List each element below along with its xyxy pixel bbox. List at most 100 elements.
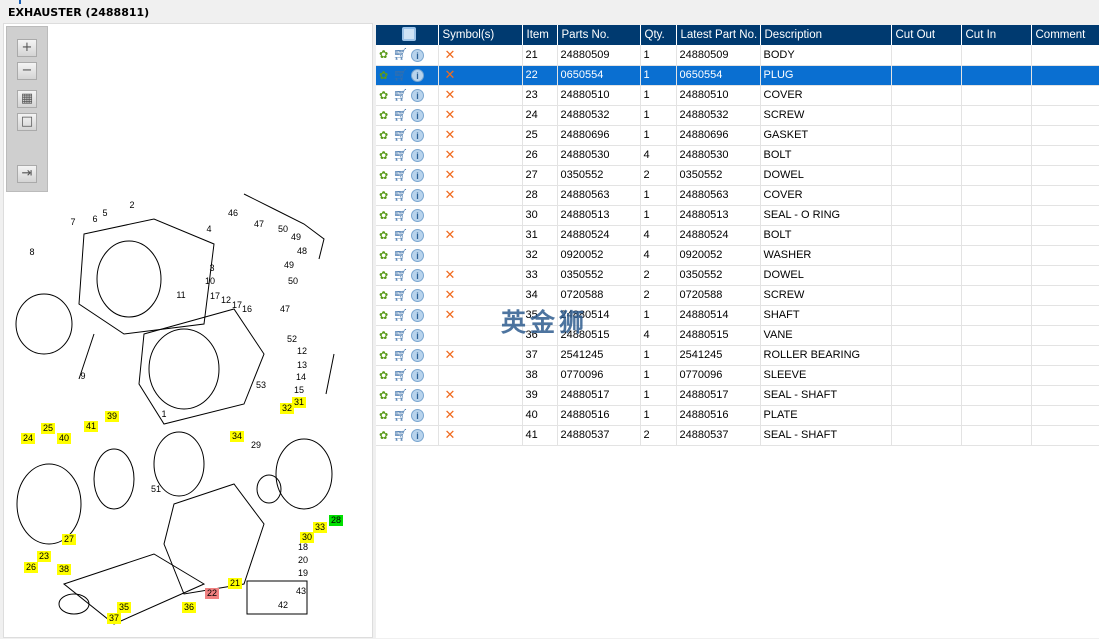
table-row[interactable]: ✿ 🛒︎ i ✕ 28 24880563 1 24880563 COVER: [376, 185, 1099, 206]
cart-icon[interactable]: 🛒︎: [393, 108, 411, 122]
gear-icon[interactable]: ✿: [379, 89, 393, 102]
info-icon[interactable]: i: [411, 309, 424, 323]
callout-34-highlighted[interactable]: 34: [230, 431, 244, 442]
table-row[interactable]: ✿ 🛒︎ i 30 24880513 1 24880513 SEAL - O RING: [376, 205, 1099, 226]
actual-size-button[interactable]: □: [17, 113, 37, 131]
callout-43[interactable]: 43: [296, 586, 306, 596]
callout-50[interactable]: 50: [278, 224, 288, 234]
callout-1[interactable]: 1: [161, 409, 166, 419]
callout-17[interactable]: 17: [232, 300, 242, 310]
callout-18[interactable]: 18: [298, 542, 308, 552]
gear-icon[interactable]: ✿: [379, 349, 393, 362]
cart-icon[interactable]: 🛒︎: [393, 328, 411, 342]
column-header[interactable]: Cut In: [961, 25, 1032, 45]
gear-icon[interactable]: ✿: [379, 249, 393, 262]
callout-33-highlighted[interactable]: 33: [313, 522, 327, 533]
info-icon[interactable]: i: [411, 69, 424, 83]
info-icon[interactable]: i: [411, 369, 424, 383]
cart-icon[interactable]: 🛒︎: [393, 288, 411, 302]
callout-46[interactable]: 46: [228, 208, 238, 218]
cart-icon[interactable]: 🛒︎: [393, 47, 411, 61]
gear-icon[interactable]: ✿: [379, 209, 393, 222]
export-button[interactable]: ⇥: [17, 165, 37, 183]
info-icon[interactable]: i: [411, 389, 424, 403]
table-row[interactable]: ✿ 🛒︎ i ✕ 27 0350552 2 0350552 DOWEL: [376, 165, 1099, 186]
callout-15[interactable]: 15: [294, 385, 304, 395]
callout-8[interactable]: 8: [29, 247, 34, 257]
table-row[interactable]: ✿ 🛒︎ i ✕ 40 24880516 1 24880516 PLATE: [376, 405, 1099, 426]
table-row[interactable]: ✿ 🛒︎ i ✕ 25 24880696 1 24880696 GASKET: [376, 125, 1099, 146]
callout-24-highlighted[interactable]: 24: [21, 433, 35, 444]
info-icon[interactable]: i: [411, 89, 424, 103]
zoom-in-button[interactable]: +: [17, 39, 37, 57]
cart-icon[interactable]: 🛒︎: [393, 68, 411, 82]
callout-6[interactable]: 6: [92, 214, 97, 224]
info-icon[interactable]: i: [411, 429, 424, 443]
info-icon[interactable]: i: [411, 349, 424, 363]
callout-9[interactable]: 9: [80, 371, 85, 381]
callout-16[interactable]: 16: [242, 304, 252, 314]
gear-icon[interactable]: ✿: [379, 369, 393, 382]
cart-icon[interactable]: 🛒︎: [393, 408, 411, 422]
column-header[interactable]: Cut Out: [891, 25, 962, 45]
callout-29[interactable]: 29: [251, 440, 261, 450]
table-row[interactable]: ✿ 🛒︎ i ✕ 39 24880517 1 24880517 SEAL - SHAFT: [376, 385, 1099, 406]
fit-button[interactable]: ▦: [17, 90, 37, 108]
callout-12[interactable]: 12: [221, 295, 231, 305]
cart-icon[interactable]: 🛒︎: [393, 188, 411, 202]
callout-53[interactable]: 53: [256, 380, 266, 390]
callout-3[interactable]: 3: [209, 263, 214, 273]
cart-icon[interactable]: 🛒︎: [393, 348, 411, 362]
gear-icon[interactable]: ✿: [379, 269, 393, 282]
gear-icon[interactable]: ✿: [379, 129, 393, 142]
table-row[interactable]: ✿ 🛒︎ i ✕ 34 0720588 2 0720588 SCREW: [376, 285, 1099, 306]
info-icon[interactable]: i: [411, 229, 424, 243]
info-icon[interactable]: i: [411, 169, 424, 183]
cart-icon[interactable]: 🛒︎: [393, 388, 411, 402]
callout-11[interactable]: 11: [176, 290, 185, 300]
callout-27-highlighted[interactable]: 27: [62, 534, 76, 545]
gear-icon[interactable]: ✿: [379, 309, 393, 322]
table-row[interactable]: ✿ 🛒︎ i ✕ 41 24880537 2 24880537 SEAL - SHAFT: [376, 425, 1099, 446]
info-icon[interactable]: i: [411, 289, 424, 303]
info-icon[interactable]: i: [411, 109, 424, 123]
info-icon[interactable]: i: [411, 329, 424, 343]
cart-icon[interactable]: 🛒︎: [393, 208, 411, 222]
callout-42[interactable]: 42: [278, 600, 288, 610]
callout-35-highlighted[interactable]: 35: [117, 602, 131, 613]
table-row[interactable]: ✿ 🛒︎ i ✕ 31 24880524 4 24880524 BOLT: [376, 225, 1099, 246]
cart-icon[interactable]: 🛒︎: [393, 148, 411, 162]
callout-5[interactable]: 5: [102, 208, 107, 218]
callout-7[interactable]: 7: [70, 217, 75, 227]
callout-49[interactable]: 49: [284, 260, 294, 270]
callout-41-highlighted[interactable]: 41: [84, 421, 98, 432]
table-row[interactable]: ✿ 🛒︎ i ✕ 33 0350552 2 0350552 DOWEL: [376, 265, 1099, 286]
gear-icon[interactable]: ✿: [379, 149, 393, 162]
callout-14[interactable]: 14: [296, 372, 306, 382]
info-icon[interactable]: i: [411, 249, 424, 263]
callout-50[interactable]: 50: [288, 276, 298, 286]
callout-36-highlighted[interactable]: 36: [182, 602, 196, 613]
callout-17[interactable]: 17: [210, 291, 220, 301]
table-row[interactable]: ✿ 🛒︎ i 32 0920052 4 0920052 WASHER: [376, 245, 1099, 266]
cart-icon[interactable]: 🛒︎: [393, 168, 411, 182]
column-header[interactable]: Latest Part No.: [676, 25, 761, 45]
table-row[interactable]: ✿ 🛒︎ i ✕ 21 24880509 1 24880509 BODY: [376, 45, 1099, 66]
column-header-search[interactable]: [376, 25, 439, 45]
callout-31-highlighted[interactable]: 31: [292, 397, 306, 408]
table-row[interactable]: ✿ 🛒︎ i ✕ 26 24880530 4 24880530 BOLT: [376, 145, 1099, 166]
callout-30-highlighted[interactable]: 30: [300, 532, 314, 543]
column-header[interactable]: Symbol(s): [438, 25, 523, 45]
column-header[interactable]: Item: [522, 25, 558, 45]
cart-icon[interactable]: 🛒︎: [393, 248, 411, 262]
diagram-panel[interactable]: 2 46 5 6 7 4 47 50 49 48 3 8 49 10 11 17 12 17 16 50 47 52 12 1…: [3, 23, 373, 638]
cart-icon[interactable]: 🛒︎: [393, 428, 411, 442]
cart-icon[interactable]: 🛒︎: [393, 228, 411, 242]
callout-22-highlighted[interactable]: 22: [205, 588, 219, 599]
column-header[interactable]: Qty.: [640, 25, 677, 45]
cart-icon[interactable]: 🛒︎: [393, 88, 411, 102]
cart-icon[interactable]: 🛒︎: [393, 128, 411, 142]
table-row[interactable]: ✿ 🛒︎ i ✕ 22 0650554 1 0650554 PLUG: [376, 65, 1099, 86]
cart-icon[interactable]: 🛒︎: [393, 308, 411, 322]
gear-icon[interactable]: ✿: [379, 48, 393, 61]
